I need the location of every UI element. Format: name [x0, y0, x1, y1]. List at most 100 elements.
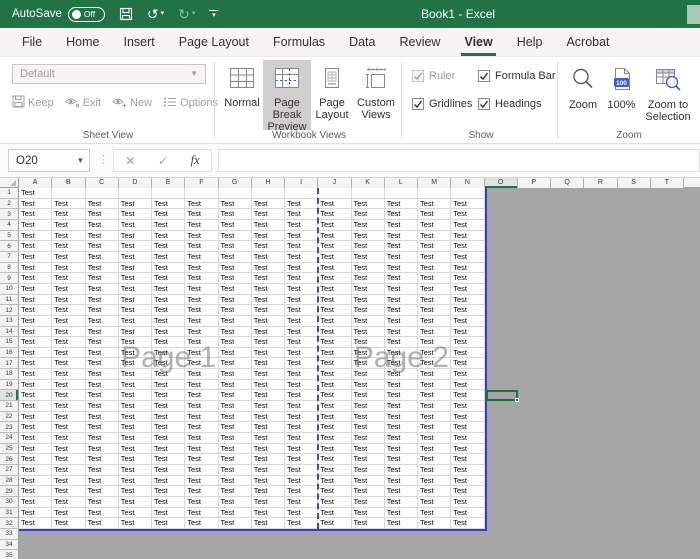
- cell-C17[interactable]: Test: [85, 358, 119, 370]
- cell-J3[interactable]: Test: [318, 209, 352, 220]
- cell-I28[interactable]: Test: [285, 475, 319, 487]
- cell-F20[interactable]: Test: [185, 390, 219, 402]
- cell-J11[interactable]: Test: [318, 294, 352, 306]
- cancel-icon[interactable]: ✕: [125, 154, 135, 168]
- cell-M8[interactable]: Test: [418, 262, 452, 274]
- cell-H15[interactable]: Test: [251, 337, 285, 348]
- cell-G20[interactable]: Test: [218, 390, 252, 402]
- row-header-22[interactable]: 22: [0, 411, 19, 423]
- cell-K6[interactable]: Test: [351, 241, 385, 252]
- cell-E5[interactable]: Test: [152, 230, 186, 242]
- cell-F6[interactable]: Test: [185, 241, 219, 252]
- cell-H2[interactable]: Test: [251, 198, 285, 210]
- cell-D7[interactable]: Test: [118, 251, 152, 263]
- cell-N20[interactable]: Test: [451, 390, 485, 402]
- cell-E24[interactable]: Test: [152, 433, 186, 444]
- cell-E30[interactable]: Test: [152, 496, 186, 508]
- cell-M23[interactable]: Test: [418, 422, 452, 434]
- cell-F13[interactable]: Test: [185, 315, 219, 327]
- cell-N22[interactable]: Test: [451, 411, 485, 423]
- cell-J10[interactable]: Test: [318, 283, 352, 295]
- cell-J19[interactable]: Test: [318, 379, 352, 391]
- cell-B29[interactable]: Test: [52, 486, 86, 497]
- cell-G8[interactable]: Test: [218, 262, 252, 274]
- cell-M22[interactable]: Test: [418, 411, 452, 423]
- cell-I8[interactable]: Test: [285, 262, 319, 274]
- cell-N17[interactable]: Test: [451, 358, 485, 370]
- cell-J30[interactable]: Test: [318, 496, 352, 508]
- cell-I32[interactable]: Test: [285, 518, 319, 529]
- cell-E26[interactable]: Test: [152, 454, 186, 466]
- cell-G5[interactable]: Test: [218, 230, 252, 242]
- cell-H27[interactable]: Test: [251, 465, 285, 476]
- cell-A2[interactable]: Test: [19, 198, 53, 210]
- checkbox-headings[interactable]: Headings: [478, 98, 541, 110]
- cell-N31[interactable]: Test: [451, 507, 485, 519]
- cell-B21[interactable]: Test: [52, 401, 86, 412]
- column-header-H[interactable]: H: [251, 178, 285, 188]
- checkbox-formula-bar[interactable]: Formula Bar: [478, 70, 556, 82]
- cell-F27[interactable]: Test: [185, 465, 219, 476]
- cell-D5[interactable]: Test: [118, 230, 152, 242]
- cell-I17[interactable]: Test: [285, 358, 319, 370]
- cell-N29[interactable]: Test: [451, 486, 485, 497]
- column-header-M[interactable]: M: [418, 178, 452, 188]
- row-header-34[interactable]: 34: [0, 539, 19, 551]
- cell-A22[interactable]: Test: [19, 411, 53, 423]
- cell-B2[interactable]: Test: [52, 198, 86, 210]
- cell-J6[interactable]: Test: [318, 241, 352, 252]
- cell-G30[interactable]: Test: [218, 496, 252, 508]
- cell-D6[interactable]: Test: [118, 241, 152, 252]
- tab-help[interactable]: Help: [505, 28, 555, 56]
- cell-B7[interactable]: Test: [52, 251, 86, 263]
- cell-K21[interactable]: Test: [351, 401, 385, 412]
- cell-N15[interactable]: Test: [451, 337, 485, 348]
- cell-F12[interactable]: Test: [185, 305, 219, 316]
- cell-J31[interactable]: Test: [318, 507, 352, 519]
- cell-N11[interactable]: Test: [451, 294, 485, 306]
- cell-M11[interactable]: Test: [418, 294, 452, 306]
- cell-C9[interactable]: Test: [85, 273, 119, 284]
- cell-J26[interactable]: Test: [318, 454, 352, 466]
- row-header-17[interactable]: 17: [0, 358, 19, 370]
- checkbox-icon[interactable]: [412, 98, 424, 110]
- cell-H19[interactable]: Test: [251, 379, 285, 391]
- cell-L14[interactable]: Test: [384, 326, 418, 338]
- cell-K32[interactable]: Test: [351, 518, 385, 529]
- tab-acrobat[interactable]: Acrobat: [554, 28, 621, 56]
- cell-C24[interactable]: Test: [85, 433, 119, 444]
- cell-A11[interactable]: Test: [19, 294, 53, 306]
- cell-H4[interactable]: Test: [251, 219, 285, 231]
- cell-N10[interactable]: Test: [451, 283, 485, 295]
- cell-N4[interactable]: Test: [451, 219, 485, 231]
- cell-B30[interactable]: Test: [52, 496, 86, 508]
- cell-L3[interactable]: Test: [384, 209, 418, 220]
- cell-G19[interactable]: Test: [218, 379, 252, 391]
- cell-C25[interactable]: Test: [85, 443, 119, 455]
- cell-B20[interactable]: Test: [52, 390, 86, 402]
- spreadsheet-grid[interactable]: A B C D E F G H I J K L M N O P Q R S T 1 2 3 4 5 6 7 8 9 10 11 12 13 14 1…: [0, 178, 700, 559]
- cell-E7[interactable]: Test: [152, 251, 186, 263]
- cell-N32[interactable]: Test: [451, 518, 485, 529]
- cell-H28[interactable]: Test: [251, 475, 285, 487]
- cell-D3[interactable]: Test: [118, 209, 152, 220]
- cell-D1[interactable]: [118, 188, 152, 199]
- cell-I15[interactable]: Test: [285, 337, 319, 348]
- cell-F23[interactable]: Test: [185, 422, 219, 434]
- cell-B10[interactable]: Test: [52, 283, 86, 295]
- cell-I5[interactable]: Test: [285, 230, 319, 242]
- tab-view[interactable]: View: [452, 28, 504, 56]
- cell-J2[interactable]: Test: [318, 198, 352, 210]
- cell-M3[interactable]: Test: [418, 209, 452, 220]
- cell-F25[interactable]: Test: [185, 443, 219, 455]
- cell-C29[interactable]: Test: [85, 486, 119, 497]
- cell-A23[interactable]: Test: [19, 422, 53, 434]
- cell-J28[interactable]: Test: [318, 475, 352, 487]
- cell-C16[interactable]: Test: [85, 347, 119, 359]
- cell-F10[interactable]: Test: [185, 283, 219, 295]
- column-header-Q[interactable]: Q: [551, 178, 585, 188]
- cell-J25[interactable]: Test: [318, 443, 352, 455]
- column-header-O[interactable]: O: [484, 178, 518, 188]
- cell-C32[interactable]: Test: [85, 518, 119, 529]
- cell-L20[interactable]: Test: [384, 390, 418, 402]
